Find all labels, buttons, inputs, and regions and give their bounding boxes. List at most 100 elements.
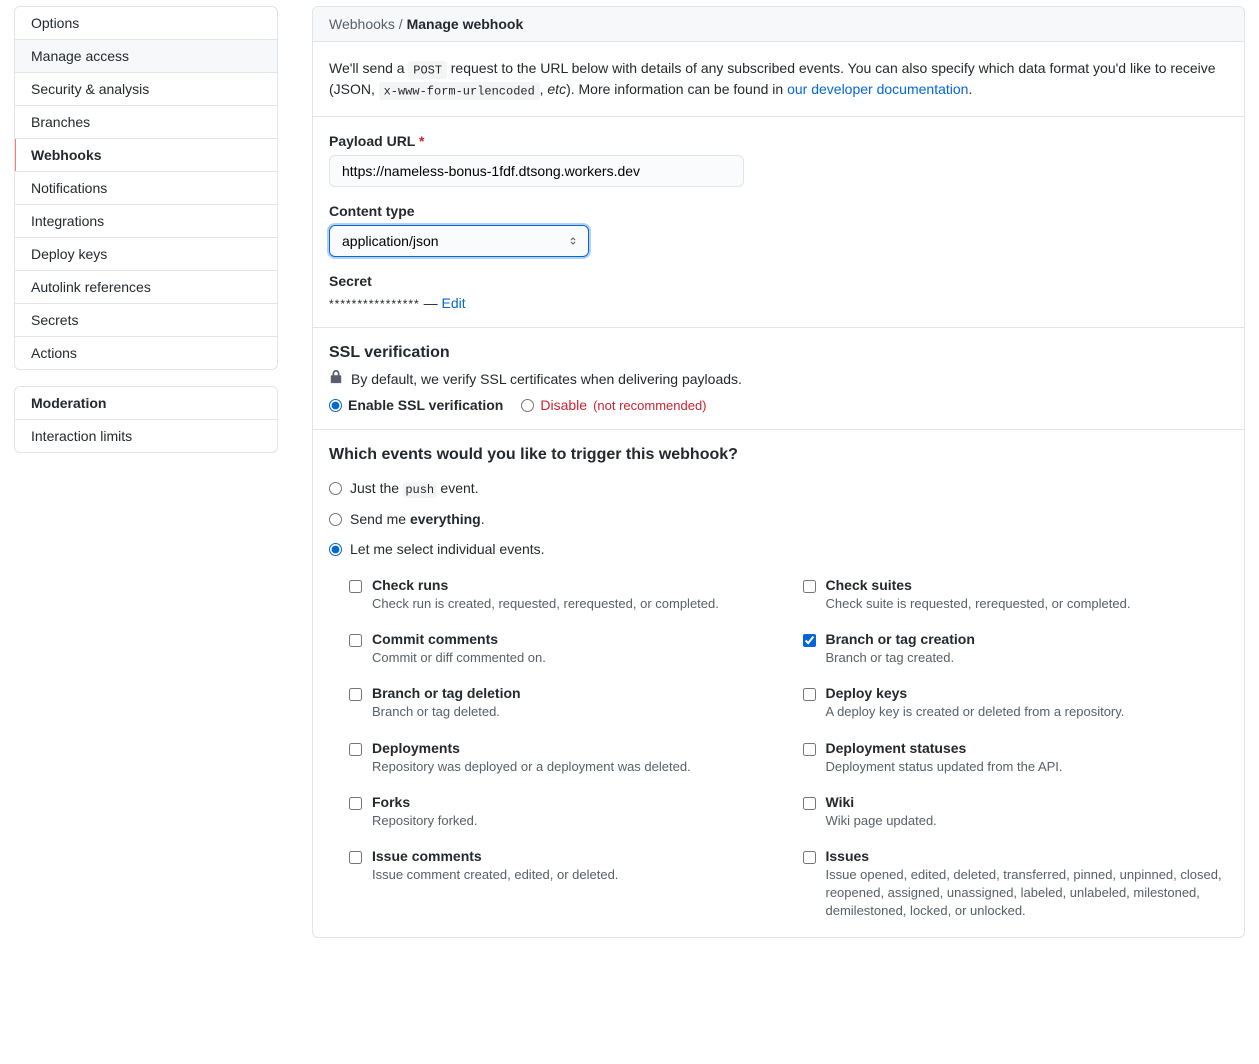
secret-masked: **************** <box>329 297 420 311</box>
sidebar-item-webhooks[interactable]: Webhooks <box>15 139 277 172</box>
code-post: POST <box>408 61 446 80</box>
event-desc: A deploy key is created or deleted from … <box>826 703 1125 721</box>
events-everything-radio[interactable] <box>329 513 342 526</box>
event-title: Branch or tag deletion <box>372 685 521 701</box>
event-title: Branch or tag creation <box>826 631 975 647</box>
event-desc: Repository was deployed or a deployment … <box>372 758 691 776</box>
event-title: Deployments <box>372 740 691 756</box>
form-section: Payload URL * Content type application/j… <box>313 117 1244 328</box>
event-checkbox-branch-or-tag-deletion[interactable] <box>349 688 362 701</box>
event-item-branch-or-tag-deletion: Branch or tag deletionBranch or tag dele… <box>349 685 775 721</box>
event-item-check-suites: Check suites Check suite is requested, re… <box>803 577 1229 613</box>
sidebar-item-options[interactable]: Options <box>15 7 277 40</box>
secret-dash: — <box>420 295 442 311</box>
event-checkbox-check-runs[interactable] <box>349 580 362 593</box>
content-type-select[interactable]: application/json <box>329 225 589 257</box>
sidebar-item-deploy-keys[interactable]: Deploy keys <box>15 238 277 271</box>
sidebar-menu-moderation: ModerationInteraction limits <box>14 386 278 453</box>
ssl-disable-radio[interactable] <box>521 399 534 412</box>
event-desc: Wiki page updated. <box>826 812 937 830</box>
required-marker: * <box>419 133 424 149</box>
event-item-issues: Issues Issue opened, edited, deleted, tra… <box>803 848 1229 921</box>
event-item-wiki: WikiWiki page updated. <box>803 794 1229 830</box>
edit-secret-link[interactable]: Edit <box>442 295 466 311</box>
sidebar-item-manage-access[interactable]: Manage access <box>15 40 277 73</box>
event-checkbox-branch-or-tag-creation[interactable] <box>803 634 816 647</box>
event-item-forks: ForksRepository forked. <box>349 794 775 830</box>
event-title: Check suites <box>826 577 1131 593</box>
events-list: Check runs Check run is created, requeste… <box>329 577 1228 921</box>
event-desc: Check suite is requested, rerequested, o… <box>826 595 1131 613</box>
ssl-enable-radio[interactable] <box>329 399 342 412</box>
event-desc: Check run is created, requested, rereque… <box>372 595 719 613</box>
event-desc: Deployment status updated from the API. <box>826 758 1063 776</box>
event-desc: Issue comment created, edited, or delete… <box>372 866 618 884</box>
breadcrumb-current: Manage webhook <box>407 16 524 32</box>
sidebar-item-security-analysis[interactable]: Security & analysis <box>15 73 277 106</box>
sidebar-item-notifications[interactable]: Notifications <box>15 172 277 205</box>
events-heading: Which events would you like to trigger t… <box>329 446 1228 464</box>
events-everything-option[interactable]: Send me everything. <box>329 511 1228 527</box>
event-item-issue-comments: Issue comments Issue comment created, edi… <box>349 848 775 884</box>
events-section: Which events would you like to trigger t… <box>313 430 1244 937</box>
sidebar-item-autolink-references[interactable]: Autolink references <box>15 271 277 304</box>
ssl-enable-option[interactable]: Enable SSL verification <box>329 397 503 413</box>
code-urlencoded: x-www-form-urlencoded <box>379 82 540 101</box>
events-just-push-option[interactable]: Just the push event. <box>329 480 1228 497</box>
content-type-field: Content type application/json <box>329 203 1228 257</box>
event-item-deployments: Deployments Repository was deployed or a … <box>349 740 775 776</box>
sidebar-item-secrets[interactable]: Secrets <box>15 304 277 337</box>
ssl-disable-option[interactable]: Disable (not recommended) <box>521 397 706 413</box>
event-checkbox-check-suites[interactable] <box>803 580 816 593</box>
event-checkbox-deployment-statuses[interactable] <box>803 743 816 756</box>
event-checkbox-issues[interactable] <box>803 851 816 864</box>
intro-section: We'll send a POST request to the URL bel… <box>313 42 1244 117</box>
payload-url-label: Payload URL * <box>329 133 1228 149</box>
webhook-box: Webhooks / Manage webhook We'll send a P… <box>312 6 1245 938</box>
payload-url-field: Payload URL * <box>329 133 1228 187</box>
event-checkbox-forks[interactable] <box>349 797 362 810</box>
event-checkbox-commit-comments[interactable] <box>349 634 362 647</box>
events-individual-option[interactable]: Let me select individual events. <box>329 541 1228 557</box>
settings-sidebar: OptionsManage accessSecurity & analysisB… <box>14 6 278 469</box>
sidebar-menu-main: OptionsManage accessSecurity & analysisB… <box>14 6 278 370</box>
event-title: Deployment statuses <box>826 740 1063 756</box>
intro-text: We'll send a POST request to the URL bel… <box>329 58 1228 100</box>
event-title: Issues <box>826 848 1229 864</box>
sidebar-item-integrations[interactable]: Integrations <box>15 205 277 238</box>
event-desc: Issue opened, edited, deleted, transferr… <box>826 866 1229 921</box>
event-title: Forks <box>372 794 478 810</box>
secret-label: Secret <box>329 273 1228 289</box>
lock-icon <box>329 370 343 387</box>
events-just-push-radio[interactable] <box>329 482 342 495</box>
event-desc: Commit or diff commented on. <box>372 649 546 667</box>
event-checkbox-wiki[interactable] <box>803 797 816 810</box>
event-checkbox-deployments[interactable] <box>349 743 362 756</box>
sidebar-heading: Moderation <box>15 387 277 420</box>
event-desc: Branch or tag created. <box>826 649 975 667</box>
ssl-note-row: By default, we verify SSL certificates w… <box>329 370 1228 387</box>
breadcrumb: Webhooks / Manage webhook <box>313 7 1244 42</box>
developer-docs-link[interactable]: our developer documentation <box>787 81 968 97</box>
events-individual-radio[interactable] <box>329 543 342 556</box>
event-checkbox-deploy-keys[interactable] <box>803 688 816 701</box>
main-content: Webhooks / Manage webhook We'll send a P… <box>312 6 1245 938</box>
event-item-branch-or-tag-creation: Branch or tag creation Branch or tag crea… <box>803 631 1229 667</box>
breadcrumb-parent: Webhooks / <box>329 16 407 32</box>
event-title: Commit comments <box>372 631 546 647</box>
content-type-label: Content type <box>329 203 1228 219</box>
payload-url-input[interactable] <box>329 155 744 187</box>
event-title: Deploy keys <box>826 685 1125 701</box>
sidebar-item-branches[interactable]: Branches <box>15 106 277 139</box>
event-checkbox-issue-comments[interactable] <box>349 851 362 864</box>
sidebar-item-actions[interactable]: Actions <box>15 337 277 369</box>
event-item-commit-comments: Commit comments Commit or diff commented … <box>349 631 775 667</box>
event-title: Check runs <box>372 577 719 593</box>
sidebar-item-interaction-limits[interactable]: Interaction limits <box>15 420 277 452</box>
event-item-check-runs: Check runs Check run is created, requeste… <box>349 577 775 613</box>
secret-field: Secret **************** — Edit <box>329 273 1228 311</box>
event-title: Issue comments <box>372 848 618 864</box>
event-item-deployment-statuses: Deployment statuses Deployment status upd… <box>803 740 1229 776</box>
ssl-heading: SSL verification <box>329 344 1228 362</box>
ssl-note-text: By default, we verify SSL certificates w… <box>351 371 742 387</box>
